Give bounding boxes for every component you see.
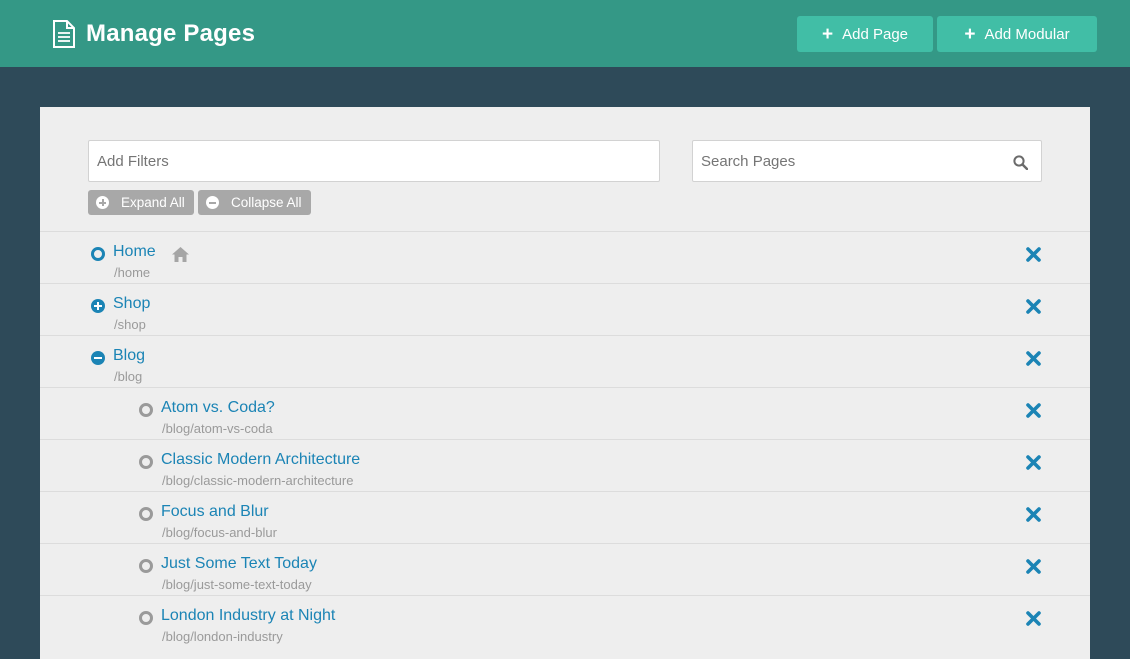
add-modular-label: Add Modular bbox=[984, 25, 1070, 43]
delete-icon[interactable] bbox=[1025, 610, 1042, 627]
delete-icon[interactable] bbox=[1025, 298, 1042, 315]
add-modular-button[interactable]: + Add Modular bbox=[937, 16, 1097, 52]
page-row[interactable]: London Industry at Night/blog/london-ind… bbox=[40, 595, 1090, 647]
page-status-icon bbox=[139, 403, 153, 417]
page-row[interactable]: Home/home bbox=[40, 231, 1090, 283]
collapse-all-button[interactable]: Collapse All bbox=[198, 190, 311, 215]
page-route: /blog bbox=[114, 369, 143, 384]
delete-icon[interactable] bbox=[1025, 558, 1042, 575]
delete-icon[interactable] bbox=[1025, 246, 1042, 263]
page-header: Manage Pages bbox=[52, 19, 255, 49]
top-bar: Manage Pages + Add Page + Add Modular bbox=[0, 0, 1130, 67]
page-title-link[interactable]: Shop bbox=[113, 295, 150, 313]
document-icon bbox=[53, 20, 75, 48]
delete-icon[interactable] bbox=[1025, 402, 1042, 419]
page-title-link[interactable]: London Industry at Night bbox=[161, 607, 335, 625]
page-title-link[interactable]: Atom vs. Coda? bbox=[161, 399, 275, 417]
page-row[interactable]: Just Some Text Today/blog/just-some-text… bbox=[40, 543, 1090, 595]
page-route: /blog/atom-vs-coda bbox=[162, 421, 273, 436]
pages-panel: Expand All Collapse All Home/homeShop/sh… bbox=[40, 107, 1090, 659]
expand-all-button[interactable]: Expand All bbox=[88, 190, 194, 215]
page-title-link[interactable]: Blog bbox=[113, 347, 145, 365]
page-title-link[interactable]: Home bbox=[113, 243, 156, 261]
page-route: /blog/focus-and-blur bbox=[162, 525, 277, 540]
page-title-link[interactable]: Focus and Blur bbox=[161, 503, 269, 521]
home-icon bbox=[172, 247, 189, 262]
search-box bbox=[692, 140, 1042, 182]
plus-icon: + bbox=[964, 23, 976, 45]
delete-icon[interactable] bbox=[1025, 454, 1042, 471]
collapse-all-label: Collapse All bbox=[231, 195, 302, 210]
plus-icon: + bbox=[822, 23, 834, 45]
add-page-button[interactable]: + Add Page bbox=[797, 16, 933, 52]
minus-circle-icon bbox=[206, 196, 219, 209]
page-title-link[interactable]: Just Some Text Today bbox=[161, 555, 317, 573]
page-route: /shop bbox=[114, 317, 146, 332]
search-icon[interactable] bbox=[1013, 155, 1028, 170]
page-route: /blog/just-some-text-today bbox=[162, 577, 312, 592]
page-row[interactable]: Focus and Blur/blog/focus-and-blur bbox=[40, 491, 1090, 543]
page-row[interactable]: Shop/shop bbox=[40, 283, 1090, 335]
page-title: Manage Pages bbox=[86, 20, 256, 47]
add-page-label: Add Page bbox=[842, 25, 908, 43]
page-row[interactable]: Classic Modern Architecture/blog/classic… bbox=[40, 439, 1090, 491]
page-status-icon bbox=[139, 507, 153, 521]
page-route: /blog/london-industry bbox=[162, 629, 283, 644]
expand-all-label: Expand All bbox=[121, 195, 185, 210]
delete-icon[interactable] bbox=[1025, 506, 1042, 523]
filters-input[interactable] bbox=[88, 140, 660, 182]
page-row[interactable]: Blog/blog bbox=[40, 335, 1090, 387]
page-route: /blog/classic-modern-architecture bbox=[162, 473, 354, 488]
page-status-icon bbox=[139, 611, 153, 625]
page-title-link[interactable]: Classic Modern Architecture bbox=[161, 451, 360, 469]
search-input[interactable] bbox=[693, 141, 993, 181]
page-status-icon bbox=[139, 455, 153, 469]
page-row[interactable]: Atom vs. Coda? /blog/atom-vs-coda bbox=[40, 387, 1090, 439]
page-status-icon bbox=[139, 559, 153, 573]
expand-toggle-icon[interactable] bbox=[91, 299, 105, 313]
collapse-toggle-icon[interactable] bbox=[91, 351, 105, 365]
plus-circle-icon bbox=[96, 196, 109, 209]
delete-icon[interactable] bbox=[1025, 350, 1042, 367]
page-route: /home bbox=[114, 265, 151, 280]
page-status-icon bbox=[91, 247, 105, 261]
